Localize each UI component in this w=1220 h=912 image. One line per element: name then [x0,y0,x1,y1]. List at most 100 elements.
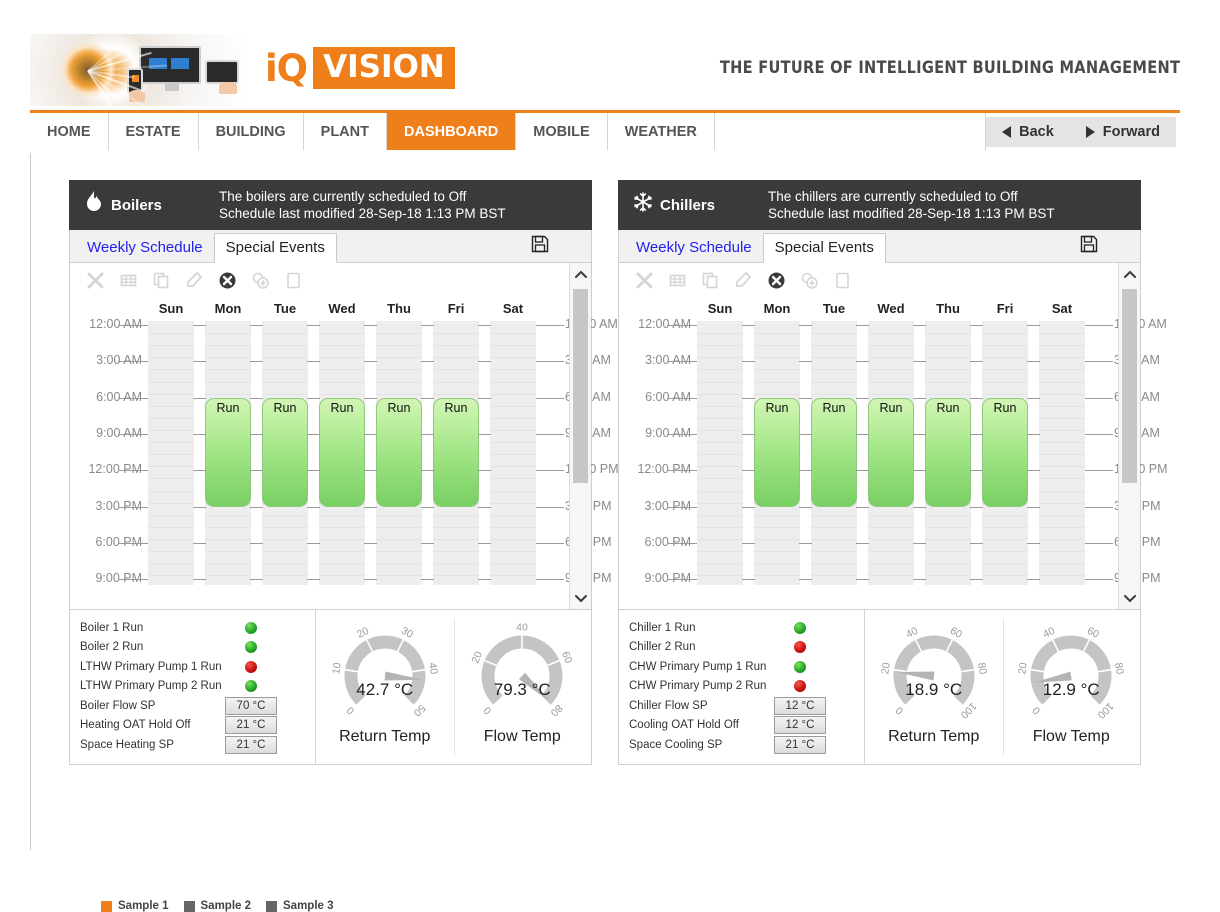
scroll-down-icon[interactable] [1119,587,1140,609]
schedule-hour-line [421,325,434,326]
eraser-icon[interactable] [734,271,753,290]
copy-icon[interactable] [701,271,720,290]
svg-text:50: 50 [411,702,428,719]
chillers-point-list: Chiller 1 Run Chiller 2 Run CHW Primary Pu… [619,610,865,764]
schedule-time-label-left: 6:00 PM [644,534,691,549]
schedule-hour-line [421,361,434,363]
scrollbar-thumb[interactable] [573,289,588,483]
grid-icon[interactable] [668,271,687,290]
schedule-hour-line [1085,470,1113,472]
schedule-run-block[interactable]: Run [376,397,422,507]
nav-item-plant[interactable]: PLANT [303,113,387,150]
schedule-hour-line [364,542,377,544]
setpoint-value[interactable]: 12 °C [774,716,826,735]
boilers-status-line-1: The boilers are currently scheduled to O… [219,189,467,204]
boilers-tab-weekly-schedule[interactable]: Weekly Schedule [76,234,214,262]
point-label: Cooling OAT Hold Off [629,719,739,732]
forward-button[interactable]: Forward [1069,116,1176,147]
chillers-panel-body: Weekly Schedule Special Events Sun Mon R… [618,230,1168,765]
gauge-value: 18.9 °C [905,680,963,699]
chillers-tab-weekly-schedule[interactable]: Weekly Schedule [625,234,763,262]
scroll-up-icon[interactable] [570,263,591,285]
schedule-day-column[interactable] [1039,321,1085,585]
schedule-run-block[interactable]: Run [319,397,365,507]
boilers-schedule-grid[interactable]: Sun Mon Run Tue Run Wed Run Thu Run Fri Run Sat 12:0… [76,297,618,589]
nav-item-mobile[interactable]: MOBILE [516,113,608,150]
schedule-hour-line [250,506,263,508]
main-navigation: HOME ESTATE BUILDING PLANT DASHBOARD MOB… [30,110,1180,150]
schedule-hour-line [364,325,377,326]
schedule-run-block[interactable]: Run [433,397,479,507]
save-disk-icon[interactable] [531,235,549,253]
schedule-run-block[interactable]: Run [262,397,308,507]
paste-icon[interactable] [833,271,852,290]
setpoint-value[interactable]: 21 °C [225,735,277,754]
schedule-day-column[interactable] [148,321,194,585]
schedule-day-header: Wed [328,301,356,316]
schedule-time-label-left: 3:00 AM [645,353,691,368]
boilers-schedule-scrollbar[interactable] [569,263,591,609]
chillers-schedule-scrollbar[interactable] [1118,263,1140,609]
copy-icon[interactable] [152,271,171,290]
boilers-tab-special-events[interactable]: Special Events [213,233,337,263]
schedule-hour-line [1027,542,1040,544]
setpoint-value[interactable]: 21 °C [774,735,826,754]
schedule-hour-line [1085,325,1113,326]
back-button[interactable]: Back [986,116,1070,147]
schedule-hour-line [250,325,263,326]
nav-item-estate[interactable]: ESTATE [108,113,199,150]
chillers-panel-title: Chillers [660,196,716,214]
setpoint-value[interactable]: 70 °C [225,696,277,715]
nav-item-home[interactable]: HOME [30,113,109,150]
cancel-circle-icon[interactable] [767,271,786,290]
schedule-day-header: Tue [273,301,297,316]
paste-icon[interactable] [284,271,303,290]
schedule-day-header: Fri [996,301,1014,316]
svg-text:0: 0 [344,704,357,717]
cancel-circle-icon[interactable] [218,271,237,290]
nav-item-dashboard[interactable]: DASHBOARD [387,113,517,150]
schedule-run-block[interactable]: Run [868,397,914,507]
add-circle-icon[interactable] [251,271,270,290]
schedule-run-block[interactable]: Run [982,397,1028,507]
add-circle-icon[interactable] [800,271,819,290]
schedule-day-column[interactable] [697,321,743,585]
legend-swatch [266,900,277,912]
point-row: Chiller 1 Run [629,618,864,638]
schedule-run-block[interactable]: Run [754,397,800,507]
schedule-day-header: Tue [822,301,846,316]
point-row: Space Heating SP 21 °C [80,735,315,755]
schedule-day-column[interactable] [490,321,536,585]
schedule-hour-line [478,470,491,472]
chillers-tab-special-events[interactable]: Special Events [762,233,886,263]
scrollbar-track[interactable] [1122,287,1137,585]
eraser-icon[interactable] [185,271,204,290]
scroll-up-icon[interactable] [1119,263,1140,285]
scroll-down-icon[interactable] [570,587,591,609]
schedule-hour-line [536,506,564,508]
schedule-run-block[interactable]: Run [205,397,251,507]
nav-item-weather[interactable]: WEATHER [607,113,715,150]
schedule-day-header: Wed [877,301,905,316]
schedule-hour-line [1027,579,1040,581]
grid-icon[interactable] [119,271,138,290]
schedule-run-block[interactable]: Run [925,397,971,507]
schedule-hour-line [970,470,983,472]
schedule-hour-line [970,542,983,544]
schedule-hour-line [913,433,926,435]
schedule-time-label-left: 3:00 PM [644,498,691,513]
chillers-schedule-grid[interactable]: Sun Mon Run Tue Run Wed Run Thu Run Fri Run Sat 12:0… [625,297,1167,589]
save-disk-icon[interactable] [1080,235,1098,253]
schedule-run-block[interactable]: Run [811,397,857,507]
delete-icon[interactable] [635,271,654,290]
scrollbar-thumb[interactable] [1122,289,1137,483]
delete-icon[interactable] [86,271,105,290]
schedule-hour-line [742,325,755,326]
scrollbar-track[interactable] [573,287,588,585]
schedule-hour-line [193,361,206,363]
nav-item-building[interactable]: BUILDING [198,113,304,150]
setpoint-value[interactable]: 12 °C [774,696,826,715]
gauge: 0 20 40 60 80 100 12.9 °C Flow Temp [1002,610,1141,764]
gauge-label: Flow Temp [1032,728,1110,745]
setpoint-value[interactable]: 21 °C [225,716,277,735]
